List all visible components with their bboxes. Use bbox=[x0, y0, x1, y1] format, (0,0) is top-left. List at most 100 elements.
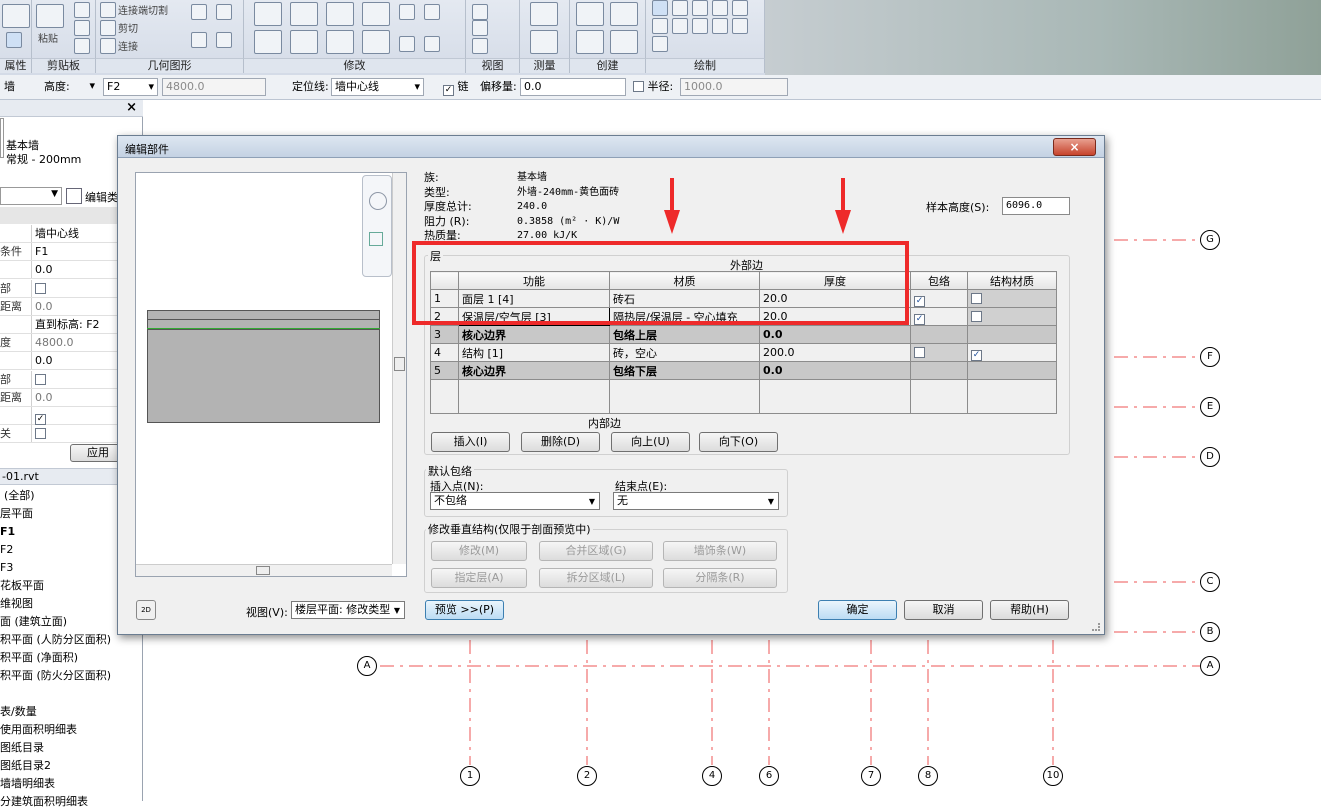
property-value[interactable] bbox=[31, 425, 131, 443]
offset-field[interactable]: 0.0 bbox=[520, 78, 626, 96]
grid-bubble-6[interactable]: 6 bbox=[759, 766, 779, 786]
reveals-button[interactable]: 分隔条(R) bbox=[663, 568, 777, 588]
merge-regions-button[interactable]: 合并区域(G) bbox=[539, 541, 653, 561]
height-mode-dropdown[interactable] bbox=[78, 78, 98, 96]
grid-bubble-d[interactable]: D bbox=[1200, 447, 1220, 467]
property-checkbox[interactable] bbox=[35, 282, 46, 294]
mirror-draw-icon[interactable] bbox=[362, 2, 390, 26]
grid-bubble-4[interactable]: 4 bbox=[702, 766, 722, 786]
instance-filter-dropdown[interactable]: ▼ bbox=[0, 187, 62, 205]
cut-geometry-icon[interactable] bbox=[100, 20, 116, 36]
property-checkbox[interactable]: ✓ bbox=[35, 414, 46, 425]
zoom-icon[interactable] bbox=[369, 232, 383, 246]
grid-bubble-g[interactable]: G bbox=[1200, 230, 1220, 250]
geometry-tool-icon[interactable] bbox=[191, 4, 207, 20]
property-checkbox[interactable] bbox=[35, 373, 46, 385]
browser-item[interactable]: 积平面 (净面积) bbox=[0, 649, 78, 667]
browser-item[interactable]: 使用面积明细表 bbox=[0, 721, 77, 739]
join-cut-label[interactable]: 连接端切割 bbox=[118, 2, 168, 17]
property-value[interactable]: 4800.0 bbox=[31, 334, 131, 352]
layer-structural-cell[interactable]: ✓ bbox=[967, 343, 1057, 362]
dimension-icon[interactable] bbox=[530, 30, 558, 54]
copy-icon[interactable] bbox=[74, 20, 90, 36]
edit-type-button[interactable]: 编辑类 bbox=[85, 189, 118, 205]
browser-item[interactable]: 积平面 (人防分区面积) bbox=[0, 631, 111, 649]
structural-checkbox[interactable] bbox=[971, 293, 982, 304]
wraps-checkbox[interactable]: ✓ bbox=[914, 295, 925, 307]
layer-material[interactable]: 包络下层 bbox=[609, 361, 760, 380]
browser-item[interactable]: F3 bbox=[0, 559, 13, 577]
browser-item[interactable]: 花板平面 bbox=[0, 577, 44, 595]
property-value[interactable]: 直到标高: F2 bbox=[31, 316, 131, 333]
arc-center-icon[interactable] bbox=[672, 18, 688, 34]
layer-structural-cell[interactable] bbox=[967, 307, 1057, 326]
property-value[interactable] bbox=[31, 370, 131, 388]
horizontal-scrollbar[interactable] bbox=[136, 564, 392, 576]
section-preview[interactable] bbox=[135, 172, 407, 577]
layer-structural-cell[interactable] bbox=[967, 289, 1057, 308]
cancel-button[interactable]: 取消 bbox=[904, 600, 983, 620]
grid-bubble-c[interactable]: C bbox=[1200, 572, 1220, 592]
grid-bubble-7[interactable]: 7 bbox=[861, 766, 881, 786]
arc-fillet-icon[interactable] bbox=[712, 18, 728, 34]
modify-button[interactable]: 修改(M) bbox=[431, 541, 527, 561]
geometry-tool-icon[interactable] bbox=[216, 4, 232, 20]
header-wraps[interactable]: 包络 bbox=[910, 271, 968, 290]
property-value[interactable]: 墙中心线 bbox=[31, 225, 131, 242]
split-icon[interactable] bbox=[399, 36, 415, 52]
circle-icon[interactable] bbox=[732, 0, 748, 16]
property-value[interactable]: ✓ bbox=[31, 407, 131, 425]
layer-thickness[interactable]: 0.0 bbox=[759, 361, 911, 380]
move-up-button[interactable]: 向上(U) bbox=[611, 432, 690, 452]
dialog-title-bar[interactable]: 编辑部件 × bbox=[118, 136, 1104, 158]
create-assembly-icon[interactable] bbox=[610, 30, 638, 54]
layer-material[interactable]: 砖，空心 bbox=[609, 343, 760, 362]
layer-function[interactable]: 核心边界 bbox=[458, 325, 610, 344]
insert-layer-button[interactable]: 插入(I) bbox=[431, 432, 510, 452]
pick-faces-icon[interactable] bbox=[652, 36, 668, 52]
radius-checkbox[interactable] bbox=[633, 81, 644, 92]
browser-item[interactable]: 面 (建筑立面) bbox=[0, 613, 67, 631]
property-checkbox[interactable] bbox=[35, 428, 46, 440]
linework-icon[interactable] bbox=[472, 20, 488, 36]
chain-checkbox[interactable]: ✓ bbox=[443, 85, 454, 96]
layer-thickness[interactable]: 0.0 bbox=[759, 325, 911, 344]
wraps-checkbox[interactable]: ✓ bbox=[914, 313, 925, 325]
property-value[interactable]: 0.0 bbox=[31, 297, 131, 315]
radius-checkbox-group[interactable]: 半径: bbox=[633, 79, 673, 95]
view-dropdown[interactable]: 楼层平面: 修改类型 bbox=[291, 601, 405, 619]
sample-height-field[interactable]: 6096.0 bbox=[1002, 197, 1070, 215]
paint-icon[interactable] bbox=[191, 32, 207, 48]
browser-item[interactable]: 图纸目录2 bbox=[0, 757, 51, 775]
measure-icon[interactable] bbox=[530, 2, 558, 26]
table-row[interactable]: 5 核心边界 包络下层 0.0 bbox=[430, 361, 1057, 380]
filter-icon[interactable] bbox=[472, 4, 488, 20]
arc-tangent-icon[interactable] bbox=[692, 18, 708, 34]
grid-bubble-a-right[interactable]: A bbox=[1200, 656, 1220, 676]
property-value[interactable]: 0.0 bbox=[31, 352, 131, 370]
wraps-checkbox[interactable] bbox=[914, 347, 925, 358]
pick-lines-icon[interactable] bbox=[732, 18, 748, 34]
browser-item[interactable]: 层平面 bbox=[0, 505, 33, 523]
trim-icon[interactable] bbox=[362, 30, 390, 54]
level-dropdown[interactable]: F2 bbox=[103, 78, 158, 96]
chain-checkbox-group[interactable]: ✓ 链 bbox=[443, 79, 469, 96]
resize-grip-icon[interactable] bbox=[1092, 623, 1100, 631]
structural-checkbox[interactable] bbox=[971, 311, 982, 322]
arc-start-icon[interactable] bbox=[652, 18, 668, 34]
properties-close-icon[interactable]: × bbox=[126, 100, 137, 115]
join-label[interactable]: 连接 bbox=[118, 38, 138, 53]
grid-bubble-e[interactable]: E bbox=[1200, 397, 1220, 417]
split-region-button[interactable]: 拆分区域(L) bbox=[539, 568, 653, 588]
polygon-outer-icon[interactable] bbox=[712, 0, 728, 16]
layer-thickness[interactable]: 200.0 bbox=[759, 343, 911, 362]
type-selector-icon[interactable] bbox=[6, 32, 22, 48]
grid-bubble-8[interactable]: 8 bbox=[918, 766, 938, 786]
layer-number[interactable]: 4 bbox=[430, 343, 459, 362]
properties-icon[interactable] bbox=[2, 4, 30, 28]
split-face-icon[interactable] bbox=[216, 32, 232, 48]
layer-number[interactable]: 5 bbox=[430, 361, 459, 380]
match-icon[interactable] bbox=[74, 38, 90, 54]
end-point-dropdown[interactable]: 无 bbox=[613, 492, 779, 510]
header-structural-material[interactable]: 结构材质 bbox=[967, 271, 1057, 290]
